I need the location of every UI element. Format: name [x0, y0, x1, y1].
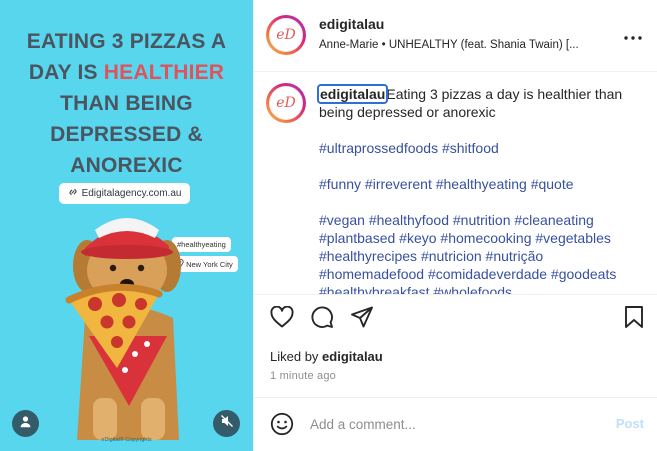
caption-username[interactable]: edigitalau [316, 84, 389, 104]
header-username[interactable]: edigitalau [319, 16, 384, 32]
comment-input[interactable] [310, 414, 600, 434]
website-badge: Edigitalagency.com.au [59, 183, 190, 204]
share-button[interactable] [348, 305, 376, 333]
headline-line: EATING 3 PIZZAS A [26, 30, 227, 53]
link-icon [68, 187, 78, 200]
speaker-muted-icon [220, 414, 234, 433]
caption-text: edigitalauEating 3 pizzas a day is healt… [316, 84, 644, 294]
post-header: eD edigitalau Anne-Marie • UNHEALTHY (fe… [254, 0, 657, 72]
liked-by-user[interactable]: edigitalau [322, 349, 383, 364]
tagged-users-button[interactable] [12, 410, 39, 437]
hashtag-group[interactable]: #funny #irreverent #healthyeating #quote [319, 175, 644, 193]
action-bar [254, 305, 657, 337]
more-horizontal-icon[interactable] [624, 24, 642, 45]
comment-bar: Post [254, 397, 657, 451]
post-timestamp[interactable]: 1 minute ago [270, 370, 336, 382]
audio-track[interactable]: Anne-Marie • UNHEALTHY (feat. Shania Twa… [319, 39, 609, 51]
hashtag-group[interactable]: #vegan #healthyfood #nutrition #cleaneat… [319, 211, 644, 294]
copyright-text: eDigital® Copyrights [101, 437, 152, 443]
media-headline: EATING 3 PIZZAS A DAY IS HEALTHIER THAN … [0, 26, 253, 181]
headline-highlight: HEALTHIER [103, 61, 225, 84]
avatar[interactable]: eD [266, 83, 306, 123]
hashtag-group[interactable]: #ultraprossedfoods #shitfood [319, 139, 644, 157]
dog-with-pizza-image [65, 218, 181, 440]
send-icon [350, 305, 374, 334]
user-icon [19, 415, 32, 433]
save-button[interactable] [620, 305, 648, 333]
headline-line: ANOREXIC [70, 154, 183, 177]
like-button[interactable] [268, 305, 296, 333]
comment-button[interactable] [308, 305, 336, 333]
caption-scroll-area[interactable]: eD edigitalauEating 3 pizzas a day is he… [254, 73, 657, 295]
mute-button[interactable] [213, 410, 240, 437]
comment-icon [310, 305, 334, 334]
heart-icon [270, 305, 294, 333]
headline-line: DAY IS HEALTHIER [28, 61, 225, 84]
post-comment-button[interactable]: Post [616, 416, 644, 431]
post-media[interactable]: EATING 3 PIZZAS A DAY IS HEALTHIER THAN … [0, 0, 253, 451]
emoji-icon[interactable] [270, 412, 294, 436]
avatar[interactable]: eD [266, 15, 306, 55]
liked-by-text: Liked by edigitalau [270, 349, 383, 364]
headline-line: DEPRESSED & [50, 123, 203, 146]
headline-line: THAN BEING [60, 92, 193, 115]
post-details-panel: eD edigitalau Anne-Marie • UNHEALTHY (fe… [253, 0, 657, 451]
bookmark-icon [624, 305, 644, 334]
